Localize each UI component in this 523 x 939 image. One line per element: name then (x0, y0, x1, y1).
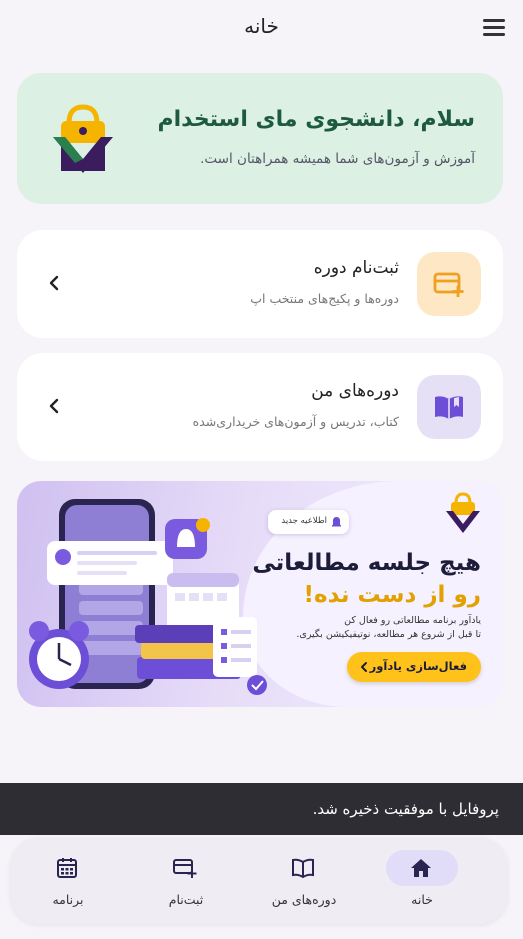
chevron-left-icon (361, 662, 367, 672)
button-label: فعال‌سازی یادآور (369, 659, 467, 673)
banner-title-line2: رو از دست نده! (303, 582, 481, 608)
card-title: دوره‌های من (311, 381, 399, 401)
welcome-subtitle: آموزش و آزمون‌های شما همیشه همراهتان است… (200, 151, 475, 167)
calendar-icon (57, 858, 77, 878)
app-bar: خانه (0, 0, 523, 56)
banner-description-line2: تا قبل از شروع هر مطالعه، نوتیفیکیشن بگی… (296, 629, 481, 640)
banner-title-line1: هیچ جلسه مطالعاتی (252, 550, 481, 576)
banner-logo (446, 492, 480, 533)
bell-icon (332, 517, 341, 527)
snackbar: پروفایل با موفقیت ذخیره شد. (0, 783, 523, 835)
bottom-navigation: خانه دوره‌های من ثبت‌نام (11, 838, 507, 924)
nav-label: دوره‌های من (271, 892, 337, 907)
announcement-badge: اطلاعیه جدید (268, 510, 349, 534)
open-book-icon (417, 375, 481, 439)
welcome-card: سلام، دانشجوی مای استخدام آموزش و آزمون‌… (17, 73, 503, 204)
card-title: ثبت‌نام دوره (313, 258, 399, 278)
enroll-course-card[interactable]: ثبت‌نام دوره دوره‌ها و پکیج‌های منتخب اپ (17, 230, 503, 338)
home-icon (411, 859, 431, 877)
open-book-icon (292, 858, 314, 879)
nav-item-home[interactable]: خانه (376, 838, 486, 924)
nav-item-my-courses[interactable]: دوره‌های من (258, 838, 368, 924)
banner-illustration (29, 499, 267, 695)
nav-item-enroll[interactable]: ثبت‌نام (140, 838, 250, 924)
snackbar-message: پروفایل با موفقیت ذخیره شد. (312, 800, 499, 818)
card-add-icon (417, 252, 481, 316)
chevron-left-icon (49, 275, 59, 291)
activate-reminder-button[interactable]: فعال‌سازی یادآور (347, 652, 481, 682)
app-logo (53, 104, 113, 173)
study-reminder-banner[interactable]: اطلاعیه جدید هیچ جلسه مطالعاتی رو از دست… (17, 481, 503, 707)
page-title: خانه (244, 14, 279, 38)
banner-description-line1: یادآور برنامه مطالعاتی رو فعال کن (344, 615, 481, 626)
welcome-heading: سلام، دانشجوی مای استخدام (157, 107, 475, 132)
card-subtitle: دوره‌ها و پکیج‌های منتخب اپ (250, 291, 399, 306)
nav-label: برنامه (52, 892, 84, 907)
nav-label: ثبت‌نام (168, 892, 204, 907)
menu-icon[interactable] (483, 19, 505, 37)
card-subtitle: کتاب، تدریس و آزمون‌های خریداری‌شده (192, 414, 399, 429)
card-add-icon (173, 859, 197, 878)
badge-label: اطلاعیه جدید (281, 516, 327, 526)
nav-item-schedule[interactable]: برنامه (22, 838, 132, 924)
my-courses-card[interactable]: دوره‌های من کتاب، تدریس و آزمون‌های خرید… (17, 353, 503, 461)
chevron-left-icon (49, 398, 59, 414)
nav-label: خانه (411, 892, 433, 907)
